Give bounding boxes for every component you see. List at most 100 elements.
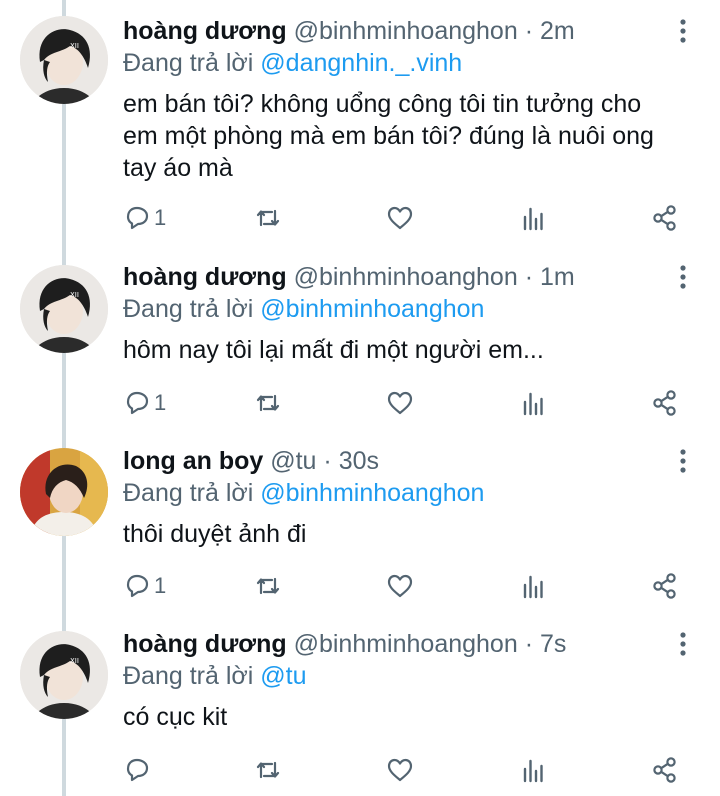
like-button[interactable]: [385, 385, 415, 421]
analytics-button[interactable]: [518, 200, 548, 236]
tweet-text-line: em một phòng mà em bán tôi? đúng là nuôi…: [123, 122, 654, 150]
reply-mention-link[interactable]: @binhminhoanghon: [260, 295, 484, 323]
avatar[interactable]: XII: [20, 631, 108, 719]
analytics-icon: [523, 759, 543, 783]
separator-dot: ·: [524, 630, 534, 658]
share-icon: [653, 573, 676, 599]
retweet-button[interactable]: [253, 568, 283, 604]
svg-text:XII: XII: [70, 657, 79, 665]
tweet-header: hoàng dương @binhminhoanghon · 2m: [123, 16, 575, 46]
more-options-icon[interactable]: [672, 629, 694, 659]
timestamp[interactable]: 1m: [540, 263, 575, 291]
timestamp[interactable]: 7s: [540, 630, 566, 658]
user-handle[interactable]: @tu: [270, 447, 316, 475]
display-name[interactable]: hoàng dương: [123, 630, 287, 658]
separator-dot: ·: [524, 263, 534, 291]
reply-button[interactable]: 1: [122, 200, 166, 236]
share-icon: [653, 390, 676, 416]
replying-to: Đang trả lời @binhminhoanghon: [123, 478, 484, 508]
separator-dot: ·: [524, 17, 534, 45]
heart-icon: [387, 758, 413, 782]
reply-mention-link[interactable]: @dangnhin._.vinh: [260, 49, 462, 77]
reply-count: 1: [154, 573, 167, 598]
retweet-icon: [256, 577, 280, 595]
reply-icon: [126, 574, 149, 598]
more-options-icon[interactable]: [672, 262, 694, 292]
tweet-actions: 1: [0, 568, 720, 604]
retweet-button[interactable]: [253, 385, 283, 421]
tweet-text: em bán tôi? không uổng công tôi tin tưởn…: [123, 88, 703, 184]
separator-dot: ·: [323, 447, 332, 475]
retweet-icon: [256, 394, 280, 412]
share-button[interactable]: [650, 385, 680, 421]
tweet-actions: 1: [0, 200, 720, 236]
user-handle[interactable]: @binhminhoanghon: [294, 263, 518, 291]
analytics-icon: [523, 392, 543, 416]
tweet-header: long an boy @tu · 30s: [123, 446, 379, 476]
avatar[interactable]: XII: [20, 16, 108, 104]
svg-text:XII: XII: [70, 42, 79, 50]
tweet-text-line: thôi duyệt ảnh đi: [123, 520, 307, 548]
replying-to-label: Đang trả lời: [123, 49, 254, 77]
share-button[interactable]: [650, 752, 680, 788]
reply-mention-link[interactable]: @tu: [260, 662, 306, 690]
retweet-button[interactable]: [253, 752, 283, 788]
reply-button[interactable]: 1: [122, 568, 166, 604]
retweet-icon: [256, 209, 280, 227]
display-name[interactable]: hoàng dương: [123, 263, 287, 291]
replying-to: Đang trả lời @tu: [123, 661, 307, 691]
analytics-button[interactable]: [518, 568, 548, 604]
share-button[interactable]: [650, 200, 680, 236]
share-icon: [653, 757, 676, 783]
more-options-icon[interactable]: [672, 16, 694, 46]
avatar-boy-icon: XII: [20, 16, 108, 104]
tweet-text-line: có cục kit: [123, 703, 228, 731]
user-handle[interactable]: @binhminhoanghon: [294, 17, 518, 45]
like-button[interactable]: [385, 200, 415, 236]
tweet-text: hôm nay tôi lại mất đi một người em...: [123, 334, 703, 366]
analytics-icon: [523, 207, 543, 231]
tweet-actions: [0, 752, 720, 788]
heart-icon: [387, 574, 413, 598]
reply-button[interactable]: [122, 752, 154, 788]
analytics-button[interactable]: [518, 385, 548, 421]
heart-icon: [387, 206, 413, 230]
svg-text:XII: XII: [70, 291, 79, 299]
tweet-text-line: tay áo mà: [123, 154, 233, 182]
reply-icon: [126, 206, 149, 230]
retweet-icon: [256, 761, 280, 779]
reply-mention-link[interactable]: @binhminhoanghon: [260, 479, 484, 507]
avatar[interactable]: [20, 448, 108, 536]
replying-to: Đang trả lời @dangnhin._.vinh: [123, 48, 462, 78]
tweet-actions: 1: [0, 385, 720, 421]
replying-to-label: Đang trả lời: [123, 662, 254, 690]
tweet-header: hoàng dương @binhminhoanghon · 1m: [123, 262, 575, 292]
display-name[interactable]: hoàng dương: [123, 17, 287, 45]
analytics-button[interactable]: [518, 752, 548, 788]
like-button[interactable]: [385, 752, 415, 788]
replying-to-label: Đang trả lời: [123, 295, 254, 323]
share-button[interactable]: [650, 568, 680, 604]
replying-to: Đang trả lời @binhminhoanghon: [123, 294, 484, 324]
avatar[interactable]: XII: [20, 265, 108, 353]
reply-button[interactable]: 1: [122, 385, 166, 421]
tweet-text: có cục kit: [123, 701, 703, 733]
tweet-text-line: em bán tôi? không uổng công tôi tin tưởn…: [123, 90, 642, 118]
display-name[interactable]: long an boy: [123, 447, 263, 475]
like-button[interactable]: [385, 568, 415, 604]
tweet-text: thôi duyệt ảnh đi: [123, 518, 703, 550]
timestamp[interactable]: 30s: [339, 447, 379, 475]
more-options-icon[interactable]: [672, 446, 694, 476]
reply-icon: [126, 758, 149, 782]
share-icon: [653, 205, 676, 231]
retweet-button[interactable]: [253, 200, 283, 236]
reply-count: 1: [154, 390, 167, 415]
avatar-boy-icon: XII: [20, 265, 108, 353]
avatar-colorful-icon: [20, 448, 108, 536]
heart-icon: [387, 391, 413, 415]
timestamp[interactable]: 2m: [540, 17, 575, 45]
tweet-header: hoàng dương @binhminhoanghon · 7s: [123, 629, 566, 659]
user-handle[interactable]: @binhminhoanghon: [294, 630, 518, 658]
analytics-icon: [523, 575, 543, 599]
replying-to-label: Đang trả lời: [123, 479, 254, 507]
